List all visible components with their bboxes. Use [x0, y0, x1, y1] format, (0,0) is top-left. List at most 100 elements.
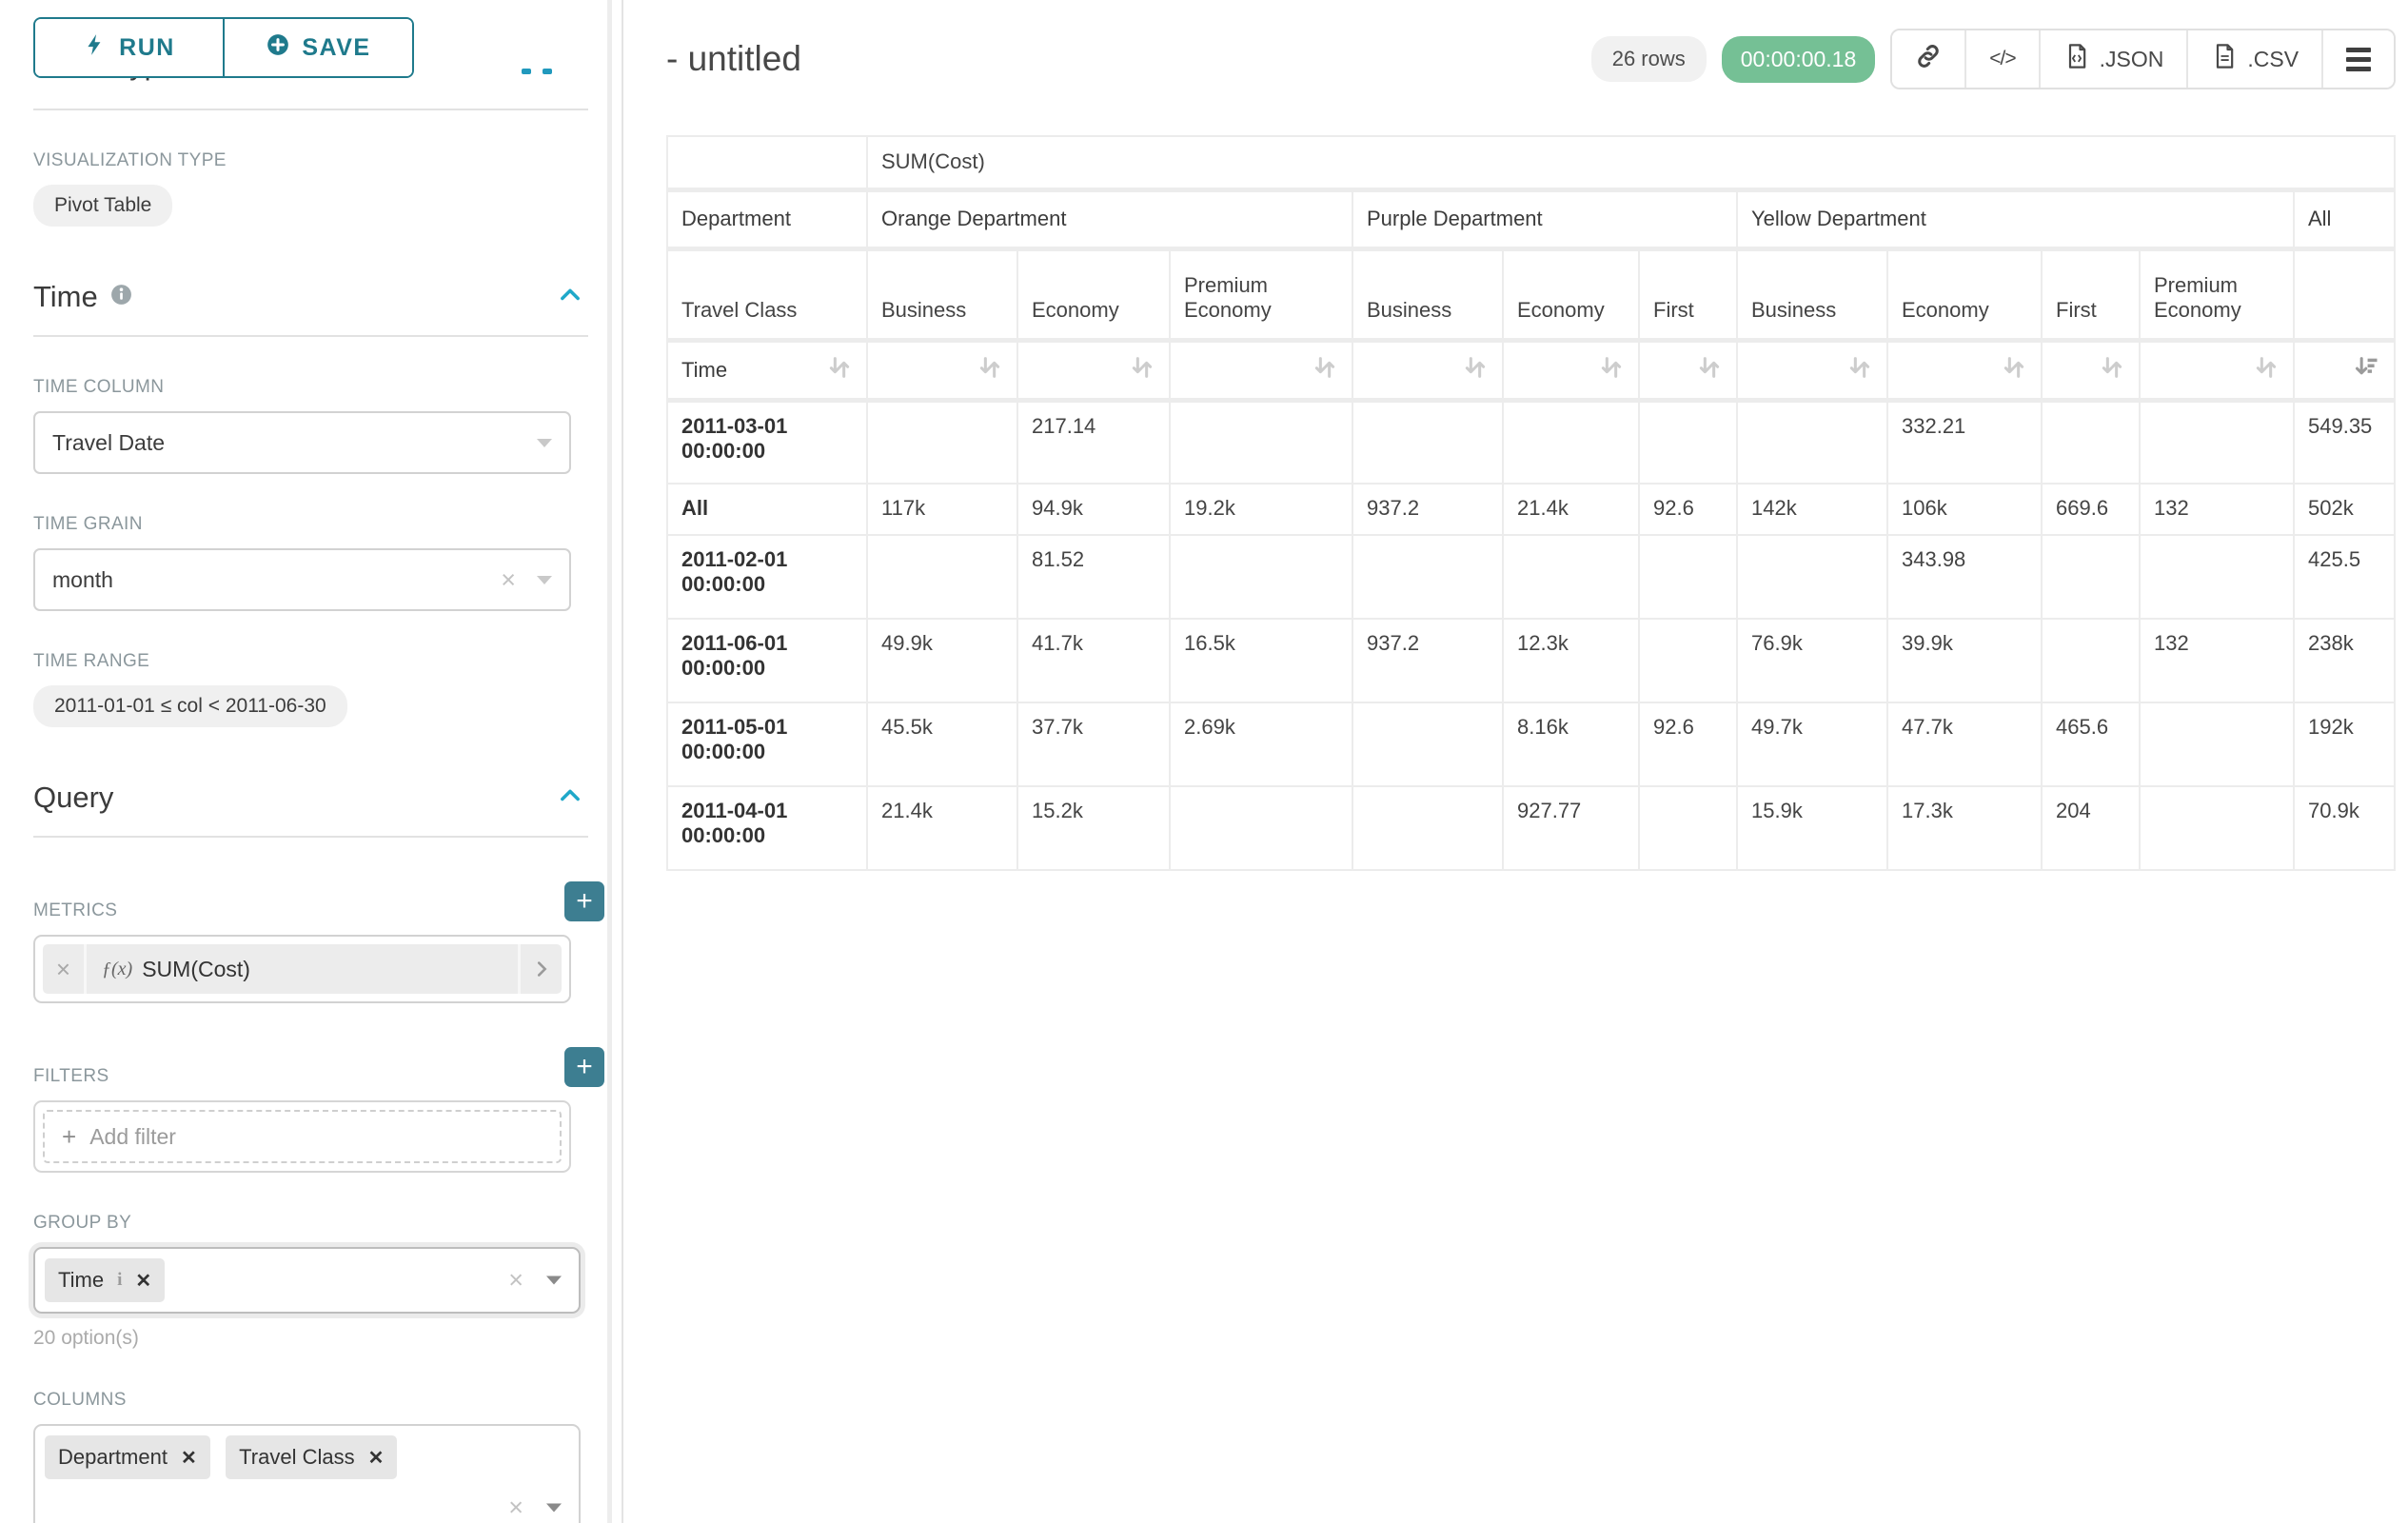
filters-label: FILTERS [33, 1066, 109, 1087]
sort-header-cell [1503, 340, 1639, 400]
sort-descending-icon[interactable] [2354, 354, 2380, 386]
chevron-up-icon[interactable] [557, 282, 583, 313]
remove-token-icon[interactable]: ✕ [181, 1446, 197, 1470]
time-range-label: TIME RANGE [33, 651, 622, 672]
add-metric-button[interactable]: + [564, 881, 604, 921]
columns-select[interactable]: Department ✕ Travel Class ✕ × [33, 1424, 581, 1523]
remove-metric-icon[interactable]: × [43, 944, 87, 994]
sort-icon[interactable] [1462, 354, 1489, 386]
group-by-label: GROUP BY [33, 1213, 622, 1234]
columns-token[interactable]: Department ✕ [45, 1435, 210, 1479]
sort-icon[interactable] [2001, 354, 2027, 386]
clear-icon[interactable]: × [501, 567, 516, 593]
viz-type-pill[interactable]: Pivot Table [33, 185, 172, 227]
control-panel: Chart Type RUN SAVE VISUALIZATION TYPE P… [0, 0, 623, 1523]
chart-title[interactable]: - untitled [666, 39, 801, 79]
pivot-value-cell [1737, 400, 1887, 484]
sort-icon[interactable] [1846, 354, 1873, 386]
travel-class-header: Economy [1017, 248, 1170, 340]
pivot-value-cell: 192k [2294, 702, 2395, 786]
time-column-select[interactable]: Travel Date [33, 411, 571, 474]
columns-token[interactable]: Travel Class ✕ [226, 1435, 397, 1479]
pivot-value-cell [1503, 535, 1639, 619]
travel-class-header: Premium Economy [2140, 248, 2294, 340]
pivot-value-cell [2140, 786, 2294, 870]
file-code-icon [2063, 43, 2090, 75]
sidebar-scrollbar[interactable] [607, 0, 612, 1523]
run-button[interactable]: RUN [35, 19, 223, 76]
caret-down-icon[interactable] [537, 439, 552, 447]
sort-icon[interactable] [1129, 354, 1155, 386]
add-filter-button[interactable]: + [564, 1047, 604, 1087]
row-count-badge: 26 rows [1591, 36, 1707, 82]
export-toolbar: </> .JSON .CSV [1890, 29, 2396, 89]
group-by-token[interactable]: Time i ✕ [45, 1258, 165, 1302]
row-label: 2011-03-01 00:00:00 [667, 400, 867, 484]
pivot-table-container: SUM(Cost) Department Orange DepartmentPu… [666, 135, 2396, 871]
travel-class-header [2294, 248, 2395, 340]
hamburger-icon [2346, 48, 2371, 71]
section-divider [33, 836, 588, 838]
remove-token-icon[interactable]: ✕ [368, 1446, 385, 1470]
sort-header-cell [1170, 340, 1352, 400]
pivot-value-cell: 45.5k [867, 702, 1017, 786]
sort-header-cell [1737, 340, 1887, 400]
pivot-value-cell: 37.7k [1017, 702, 1170, 786]
section-divider [33, 335, 588, 337]
filters-control: + Add filter [33, 1100, 571, 1173]
pivot-value-cell: 502k [2294, 484, 2395, 535]
pivot-value-cell [1639, 619, 1737, 702]
sort-icon[interactable] [977, 354, 1003, 386]
pivot-value-cell: 92.6 [1639, 484, 1737, 535]
export-csv-button[interactable]: .CSV [2186, 30, 2321, 88]
pivot-value-cell: 142k [1737, 484, 1887, 535]
pivot-value-cell: 425.5 [2294, 535, 2395, 619]
caret-down-icon[interactable] [546, 1276, 562, 1285]
menu-button[interactable] [2321, 30, 2394, 88]
time-section-title: Time [33, 280, 98, 314]
caret-down-icon[interactable] [546, 1504, 562, 1513]
pivot-value-cell [1352, 702, 1503, 786]
sort-icon[interactable] [1312, 354, 1338, 386]
caret-down-icon[interactable] [537, 576, 552, 584]
travel-class-header: Premium Economy [1170, 248, 1352, 340]
sort-icon[interactable] [1696, 354, 1723, 386]
sort-header-cell [2140, 340, 2294, 400]
metric-chip[interactable]: × ƒ(x) SUM(Cost) [43, 944, 562, 994]
pivot-data-row: 2011-04-01 00:00:0021.4k15.2k927.7715.9k… [667, 786, 2395, 870]
pivot-value-cell [2140, 535, 2294, 619]
view-query-button[interactable]: </> [1964, 30, 2038, 88]
export-json-button[interactable]: .JSON [2039, 30, 2187, 88]
columns-label: COLUMNS [33, 1390, 622, 1411]
row-label: 2011-04-01 00:00:00 [667, 786, 867, 870]
save-button[interactable]: SAVE [223, 19, 412, 76]
info-icon: i [117, 1270, 122, 1291]
pivot-value-cell: 94.9k [1017, 484, 1170, 535]
share-link-button[interactable] [1892, 30, 1964, 88]
pivot-value-cell: 76.9k [1737, 619, 1887, 702]
sort-icon[interactable] [2099, 354, 2125, 386]
pivot-value-cell: 15.9k [1737, 786, 1887, 870]
pivot-value-cell: 70.9k [2294, 786, 2395, 870]
sort-icon[interactable] [826, 354, 853, 386]
department-header: All [2294, 189, 2395, 248]
travel-class-header: Business [1352, 248, 1503, 340]
pivot-value-cell: 343.98 [1887, 535, 2042, 619]
chevron-right-icon[interactable] [518, 944, 562, 994]
remove-token-icon[interactable]: ✕ [135, 1269, 151, 1293]
viz-type-label: VISUALIZATION TYPE [33, 150, 622, 171]
sort-row: Time [667, 340, 2395, 400]
time-range-pill[interactable]: 2011-01-01 ≤ col < 2011-06-30 [33, 685, 347, 727]
time-grain-select[interactable]: month × [33, 548, 571, 611]
chart-header: - untitled 26 rows 00:00:00.18 </> [666, 29, 2396, 89]
sort-icon[interactable] [2253, 354, 2280, 386]
group-by-select[interactable]: Time i ✕ × [33, 1247, 581, 1314]
clear-icon[interactable]: × [508, 1495, 523, 1521]
sort-icon[interactable] [1598, 354, 1625, 386]
department-header: Orange Department [867, 189, 1352, 248]
row-label: 2011-06-01 00:00:00 [667, 619, 867, 702]
chevron-up-icon[interactable] [557, 782, 583, 814]
add-filter-dropzone[interactable]: + Add filter [43, 1110, 562, 1163]
pivot-value-cell: 669.6 [2042, 484, 2140, 535]
clear-icon[interactable]: × [508, 1268, 523, 1294]
